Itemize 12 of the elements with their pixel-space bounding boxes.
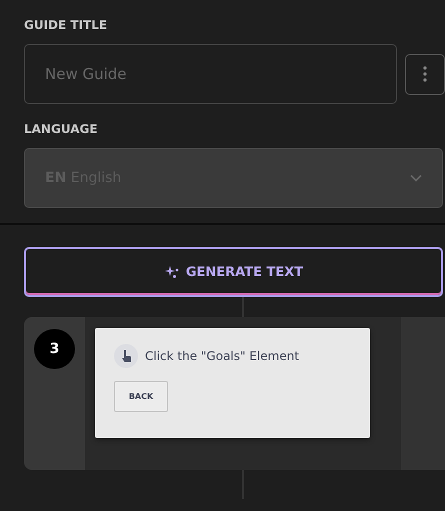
title-input-field[interactable]: New Guide: [24, 44, 397, 104]
kebab-menu-icon: [423, 66, 427, 82]
field-label: LANGUAGE: [24, 122, 99, 138]
back-button[interactable]: BACK: [114, 381, 168, 412]
more-menu-button[interactable]: [405, 54, 445, 94]
sparkle-icon: [164, 265, 180, 279]
chevron-down-icon: [410, 174, 422, 182]
field-label: GUIDE TITLE: [24, 18, 108, 34]
step-number: 3: [34, 329, 75, 369]
step-instruction: Click the "Goals" Element: [145, 349, 300, 363]
generate-text-button[interactable]: GENERATE TEXT: [24, 247, 443, 297]
hand-pointer-icon: [114, 344, 138, 368]
